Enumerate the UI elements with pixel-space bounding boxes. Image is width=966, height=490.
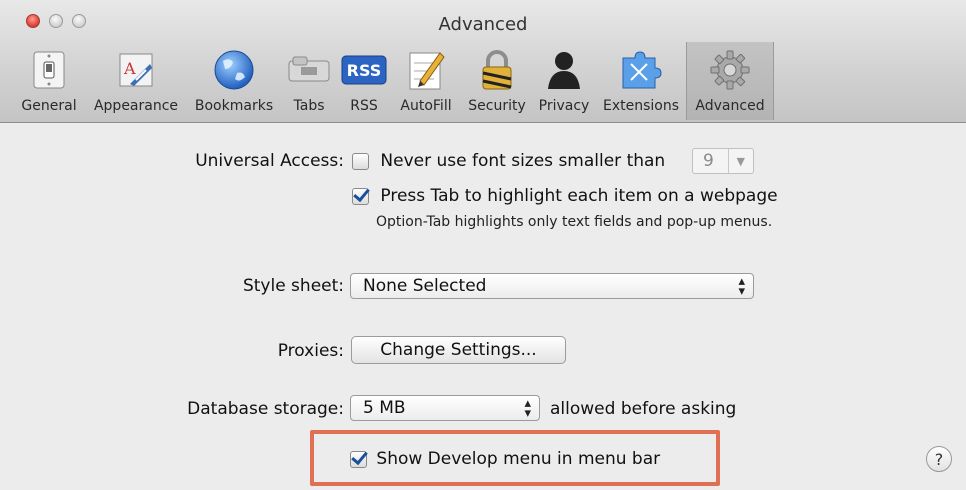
tab-general[interactable]: General: [14, 42, 84, 120]
popup-arrows-icon: ▴ ▾: [524, 396, 531, 421]
database-storage-popup[interactable]: 5 MB ▴ ▾: [350, 395, 540, 421]
tab-autofill-label: AutoFill: [400, 98, 452, 114]
tab-rss[interactable]: RSS RSS: [338, 42, 390, 120]
tab-bookmarks[interactable]: Bookmarks: [188, 42, 280, 120]
padlock-icon: [473, 48, 521, 92]
database-storage-suffix: allowed before asking: [550, 399, 737, 419]
preferences-window: Advanced General A Appearance Bookmarks …: [0, 0, 966, 490]
tab-appearance-label: Appearance: [93, 98, 179, 114]
style-sheet-popup[interactable]: None Selected ▴ ▾: [350, 273, 754, 299]
show-develop-menu-option[interactable]: Show Develop menu in menu bar: [350, 449, 660, 469]
help-button[interactable]: ?: [926, 446, 952, 472]
pencil-form-icon: [402, 48, 450, 92]
window-title: Advanced: [438, 14, 528, 35]
press-tab-checkbox[interactable]: [352, 187, 369, 205]
min-font-size-checkbox[interactable]: [352, 152, 369, 170]
option-tab-hint: Option-Tab highlights only text fields a…: [376, 214, 773, 230]
tab-extensions[interactable]: Extensions: [596, 42, 686, 120]
chevron-down-icon: ▼: [727, 149, 754, 173]
tab-rss-label: RSS: [350, 98, 378, 114]
puzzle-icon: [617, 48, 665, 92]
show-develop-menu-text: Show Develop menu in menu bar: [376, 449, 661, 469]
globe-icon: [210, 48, 258, 92]
preferences-toolbar: General A Appearance Bookmarks Tabs RSS …: [14, 42, 774, 122]
database-storage-value: 5 MB: [363, 398, 406, 418]
svg-text:A: A: [123, 59, 136, 78]
font-palette-icon: A: [112, 48, 160, 92]
tab-general-label: General: [21, 98, 77, 114]
min-font-size-text: Never use font sizes smaller than: [380, 151, 666, 171]
tabs-icon: [285, 48, 333, 92]
min-font-size-select[interactable]: 9 ▼: [692, 148, 754, 174]
tab-advanced-label: Advanced: [695, 98, 765, 114]
tab-autofill[interactable]: AutoFill: [390, 42, 462, 120]
tab-security[interactable]: Security: [462, 42, 532, 120]
tab-appearance[interactable]: A Appearance: [84, 42, 188, 120]
gear-icon: [706, 48, 754, 92]
rss-badge-text: RSS: [347, 61, 382, 80]
tab-privacy[interactable]: Privacy: [532, 42, 596, 120]
change-settings-button[interactable]: Change Settings...: [351, 336, 566, 364]
universal-access-label: Universal Access:: [195, 151, 344, 171]
tab-tabs[interactable]: Tabs: [280, 42, 338, 120]
style-sheet-value: None Selected: [363, 276, 487, 296]
press-tab-text: Press Tab to highlight each item on a we…: [380, 186, 778, 206]
style-sheet-label: Style sheet:: [242, 276, 344, 296]
tab-bookmarks-label: Bookmarks: [194, 98, 274, 114]
database-storage-label: Database storage:: [187, 399, 344, 419]
tab-extensions-label: Extensions: [602, 98, 680, 114]
light-switch-icon: [25, 48, 73, 92]
tab-privacy-label: Privacy: [538, 98, 590, 114]
proxies-label: Proxies:: [277, 341, 344, 361]
min-font-size-option[interactable]: Never use font sizes smaller than: [352, 151, 665, 171]
rss-icon: RSS: [340, 48, 388, 92]
min-font-size-value: 9: [703, 151, 714, 171]
tab-security-label: Security: [468, 98, 526, 114]
press-tab-option[interactable]: Press Tab to highlight each item on a we…: [352, 186, 778, 206]
popup-arrows-icon: ▴ ▾: [738, 274, 745, 299]
title-bar-toolbar: Advanced General A Appearance Bookmarks …: [0, 0, 966, 123]
person-silhouette-icon: [540, 48, 588, 92]
tab-advanced[interactable]: Advanced: [686, 42, 774, 120]
tab-tabs-label: Tabs: [293, 98, 325, 114]
show-develop-menu-checkbox[interactable]: [350, 450, 367, 468]
